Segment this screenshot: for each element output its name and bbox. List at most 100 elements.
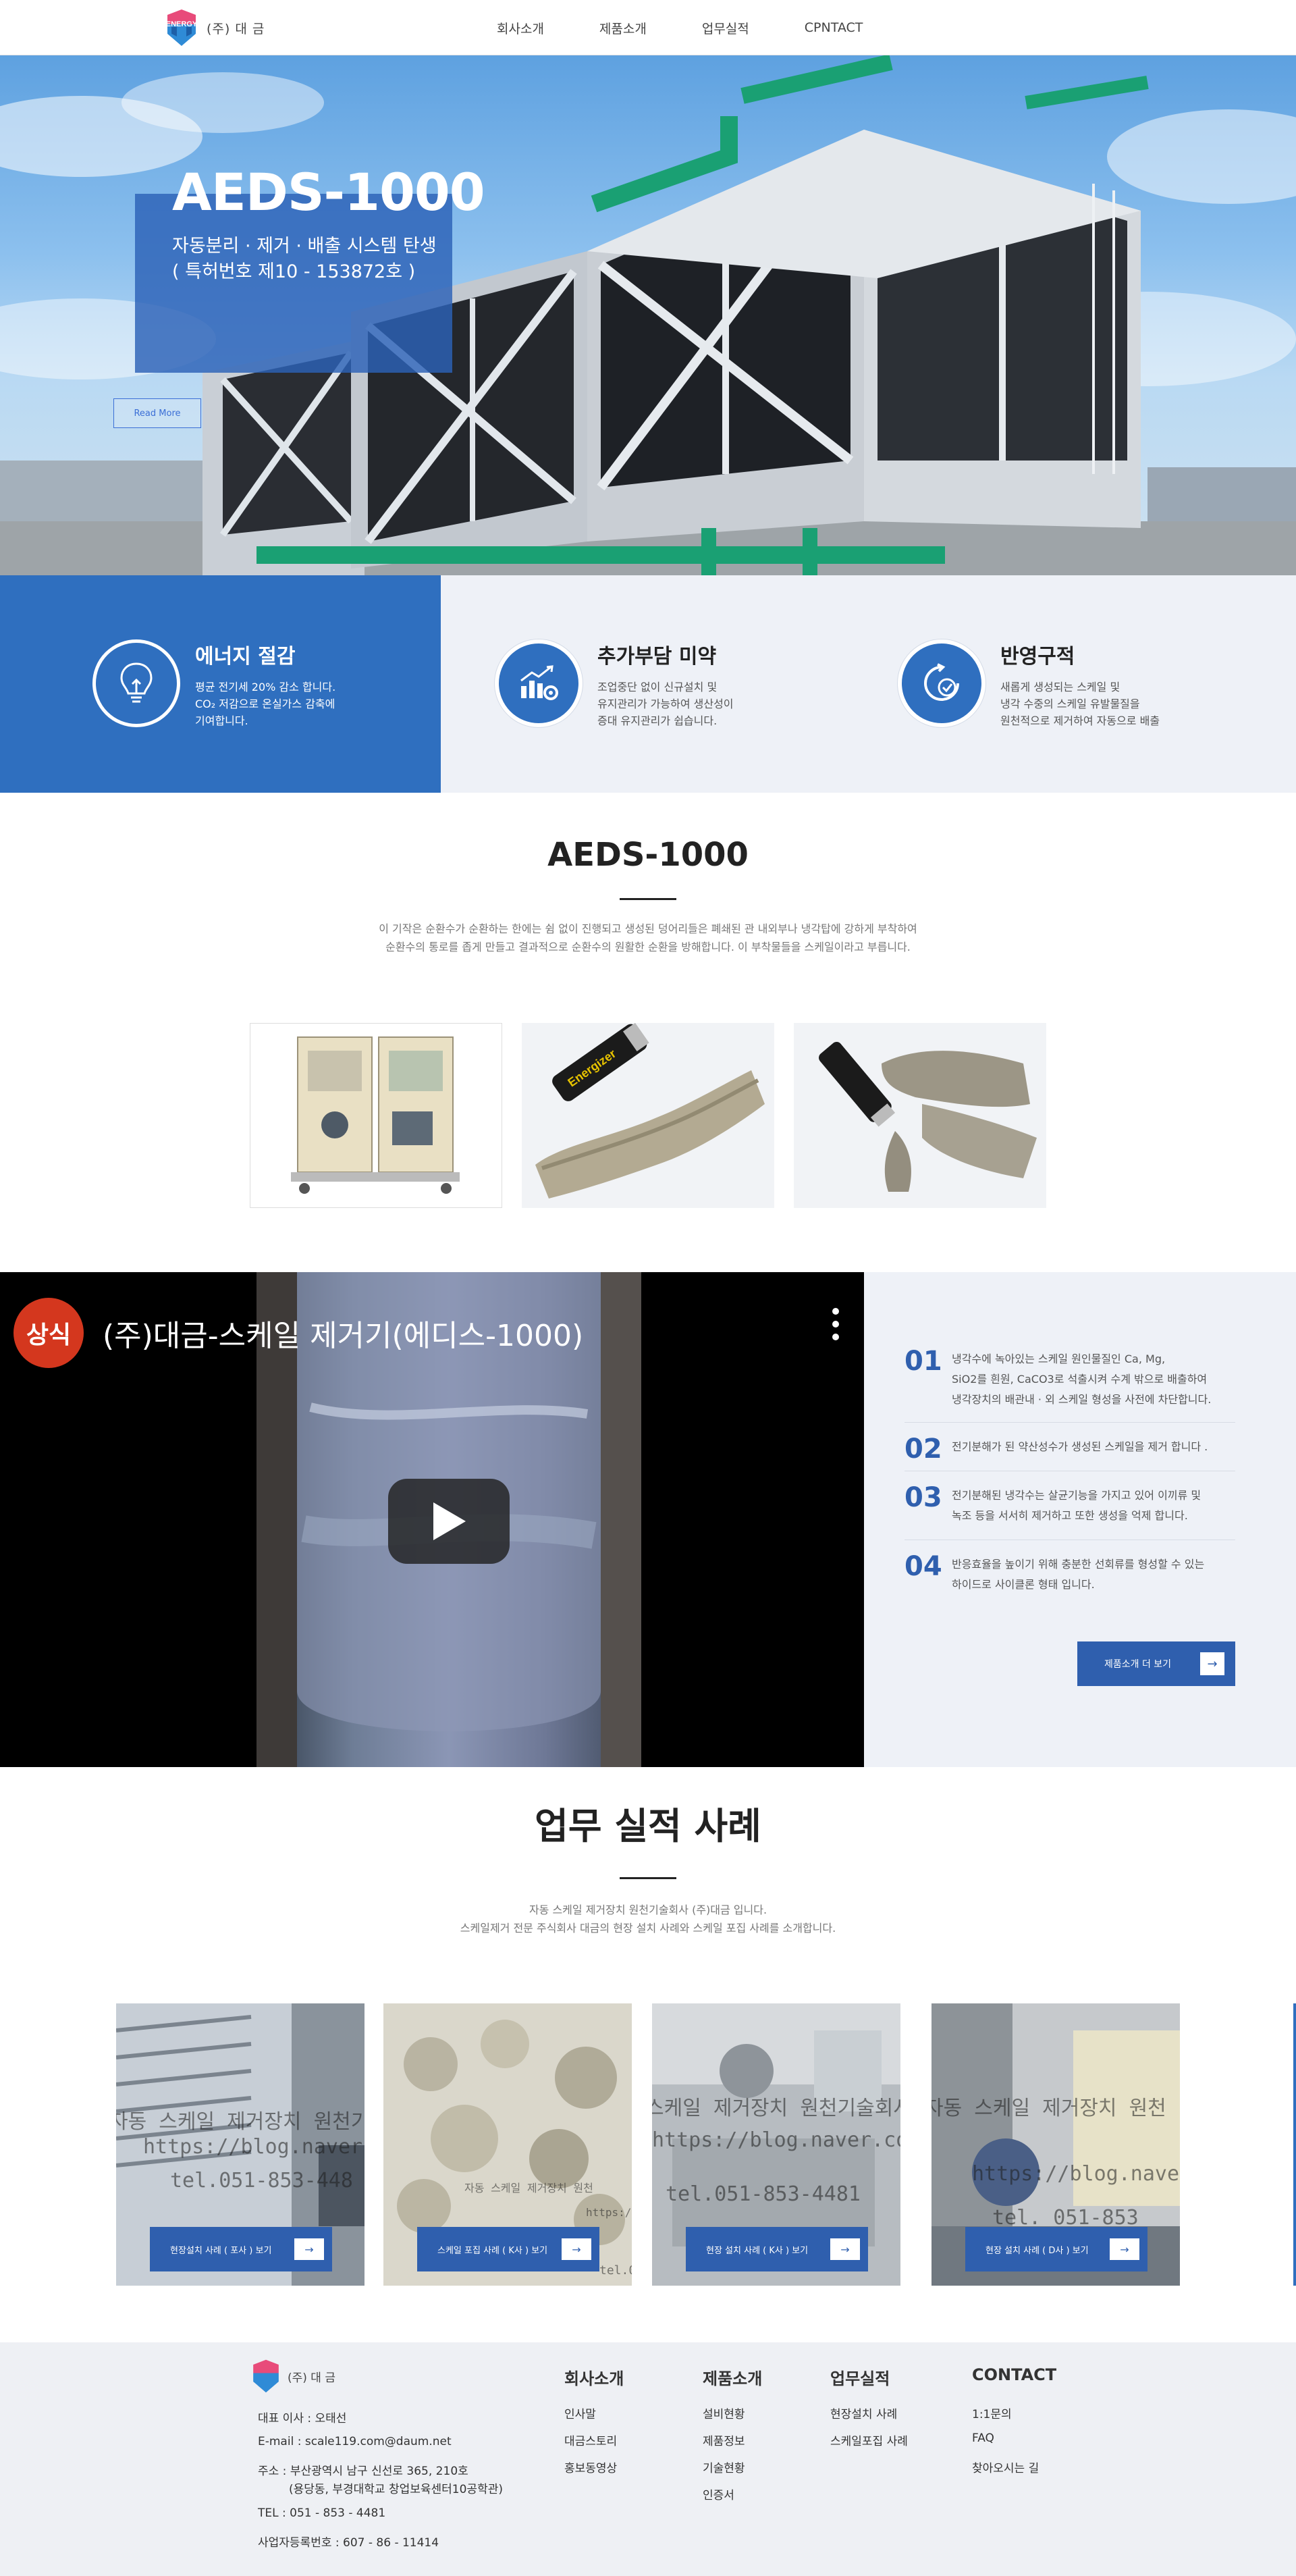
work-card[interactable]: 스케일 제거장치 원천기술회사 (주 https://blog.naver.co… (652, 2003, 900, 2286)
footer-logo-text: (주) 대 금 (288, 2371, 335, 2385)
nav-works[interactable]: 업무실적 (702, 19, 749, 37)
case-view-button[interactable]: 현장 설치 사례 ( D사 ) 보기 → (965, 2227, 1148, 2271)
watermark-text: 자동 스케일 제거장치 원천 (932, 2097, 1166, 2120)
feature-line: 증대 유지관리가 쉽습니다. (597, 714, 718, 727)
feature-line: 원천적으로 제거하여 자동으로 배출 (1000, 714, 1160, 727)
feature-title: 에너지 절감 (195, 645, 296, 668)
footer-link[interactable]: 1:1문의 (972, 2404, 1012, 2421)
footer-logo[interactable]: (주) 대 금 (248, 2357, 335, 2395)
more-products-button[interactable]: 제품소개 더 보기 → (1077, 1641, 1235, 1686)
scale-sample-image[interactable]: Energizer (522, 1023, 774, 1208)
hero-patent-number: ( 특허번호 제10 - 153872호 ) (172, 261, 416, 282)
site-header: ENERGY (주) 대 금 회사소개 제품소개 업무실적 CPNTACT (0, 0, 1296, 55)
footer-link[interactable]: 대금스토리 (564, 2432, 617, 2448)
arrow-right-icon: → (1110, 2238, 1139, 2260)
more-products-label: 제품소개 더 보기 (1104, 1659, 1172, 1670)
watermark-text: 자동 스케일 제거장치 원천기 (116, 2110, 364, 2134)
feature-line: CO₂ 저감으로 온실가스 감축에 (195, 698, 335, 710)
footer-link[interactable]: 스케일포집 사례 (830, 2432, 908, 2448)
logo-icon: ENERGY (162, 7, 201, 49)
watermark-text: https://blog.naver.com/scale-11 (652, 2128, 900, 2152)
logo-icon (253, 2359, 279, 2393)
hero-subtitle: 자동분리 · 제거 · 배출 시스템 탄생 (172, 236, 437, 257)
footer-link[interactable]: 인사말 (564, 2404, 596, 2421)
product-description-line: 순환수의 통로를 좁게 만들고 결과적으로 순환수의 원활한 순환을 방해합니다… (385, 941, 911, 953)
step-line: 녹조 등을 서서히 제거하고 또한 생성을 억제 합니다. (952, 1509, 1188, 1522)
footer-link[interactable]: 인증서 (703, 2486, 734, 2502)
nav-products[interactable]: 제품소개 (599, 19, 647, 37)
step-line: 냉각장치의 배관내 · 외 스케일 형성을 사전에 차단합니다. (952, 1393, 1212, 1406)
step-01: 01 냉각수에 녹아있는 스케일 원인물질인 Ca, Mg, SiO2를 흰원,… (905, 1346, 1235, 1410)
watermark-text: tel. 051-853 (992, 2206, 1139, 2230)
watermark-text: tel.051-853-4 (599, 2263, 632, 2278)
footer-ceo: 대표 이사 : 오태선 (258, 2412, 347, 2425)
feature-line: 기여합니다. (195, 714, 248, 727)
channel-avatar[interactable]: 상식 (14, 1298, 84, 1368)
step-description: 전기분해가 된 약산성수가 생성된 스케일을 제거 합니다 . (952, 1434, 1208, 1464)
nav-contact[interactable]: CPNTACT (805, 20, 863, 35)
step-description: 냉각수에 녹아있는 스케일 원인물질인 Ca, Mg, SiO2를 흰원, Ca… (952, 1346, 1211, 1410)
feature-permanent: 반영구적 새롭게 생성되는 스케일 및 냉각 수중의 스케일 유발물질을 원천적… (898, 639, 1160, 729)
feature-title: 반영구적 (1000, 645, 1075, 668)
works-title: 업무 실적 사례 (535, 1805, 761, 1847)
watermark-text: tel.051-853-448 (170, 2169, 353, 2192)
feature-description: 조업중단 없이 신규설치 및 유지관리가 가능하여 생산성이 증대 유지관리가 … (597, 679, 734, 729)
footer-link[interactable]: 홍보동영상 (564, 2459, 617, 2475)
feature-title: 추가부담 미약 (597, 645, 717, 668)
main-nav: 회사소개 제품소개 업무실적 CPNTACT (497, 0, 918, 55)
work-card[interactable]: 자동 스케일 제거장치 원천 https://blog.naver.co tel… (932, 2003, 1180, 2286)
work-card[interactable]: 자동 스케일 제거장치 원천기 https://blog.naver.com/s… (116, 2003, 364, 2286)
arrow-right-icon: → (830, 2238, 860, 2260)
read-more-button[interactable]: Read More (113, 398, 201, 428)
play-button[interactable] (388, 1479, 510, 1564)
feature-energy-saving: 에너지 절감 평균 전기세 20% 감소 합니다. CO₂ 저감으로 온실가스 … (92, 639, 335, 729)
feature-line: 평균 전기세 20% 감소 합니다. (195, 681, 336, 693)
footer-link[interactable]: FAQ (972, 2432, 994, 2445)
step-line: 냉각수에 녹아있는 스케일 원인물질인 Ca, Mg, (952, 1352, 1166, 1365)
arrow-right-icon: → (294, 2238, 324, 2260)
footer-address-detail: (용당동, 부경대학교 창업보육센터10공학관) (289, 2483, 503, 2496)
case-button-label: 스케일 포집 사례 ( K사 ) 보기 (437, 2245, 548, 2256)
footer-link[interactable]: 기술현황 (703, 2459, 745, 2475)
feature-line: 유지관리가 가능하여 생산성이 (597, 698, 734, 710)
footer-link[interactable]: 현장설치 사례 (830, 2404, 897, 2421)
nav-company[interactable]: 회사소개 (497, 19, 544, 37)
feature-line: 조업중단 없이 신규설치 및 (597, 681, 718, 693)
footer-business-number: 사업자등록번호 : 607 - 86 - 11414 (258, 2536, 439, 2550)
video-title[interactable]: (주)대금-스케일 제거기(에디스-1000) (103, 1311, 583, 1355)
site-footer: (주) 대 금 대표 이사 : 오태선 E-mail : scale119.co… (0, 2342, 1296, 2576)
footer-link[interactable]: 찾아오시는 길 (972, 2459, 1039, 2475)
arrow-right-icon: → (562, 2238, 591, 2260)
feature-line: 새롭게 생성되는 스케일 및 (1000, 681, 1120, 693)
works-description-line: 스케일제거 전문 주식회사 대금의 현장 설치 사례와 스케일 포집 사례를 소… (460, 1922, 836, 1935)
logo-text: (주) 대 금 (207, 21, 265, 36)
watermark-text: 자동 스케일 제거장치 원천 (464, 2182, 593, 2194)
more-options-icon[interactable] (832, 1307, 840, 1341)
watermark-text: 스케일 제거장치 원천기술회사 (주 (652, 2097, 900, 2120)
product-description-line: 이 기작은 순환수가 순환하는 한에는 쉼 없이 진행되고 생성된 덩어리들은 … (379, 922, 917, 935)
features-section: 에너지 절감 평균 전기세 20% 감소 합니다. CO₂ 저감으로 온실가스 … (0, 575, 1296, 793)
feature-line: 냉각 수중의 스케일 유발물질을 (1000, 698, 1140, 710)
logo[interactable]: ENERGY (주) 대 금 (162, 7, 265, 49)
step-number: 03 (905, 1482, 942, 1513)
step-03: 03 전기분해된 냉각수는 살균기능을 가지고 있어 이끼류 및 녹조 등을 서… (905, 1483, 1235, 1526)
case-view-button[interactable]: 스케일 포집 사례 ( K사 ) 보기 → (417, 2227, 599, 2271)
case-button-label: 현장 설치 사례 ( D사 ) 보기 (986, 2245, 1089, 2256)
step-number: 02 (905, 1434, 942, 1465)
lightbulb-icon (92, 639, 180, 727)
footer-link[interactable]: 제품정보 (703, 2432, 745, 2448)
title-divider (620, 898, 676, 900)
work-card[interactable]: 자동 스케일 제거장치 원천 https://blog.naver.com/sc… (383, 2003, 632, 2286)
footer-tel: TEL : 051 - 853 - 4481 (258, 2506, 386, 2520)
case-view-button[interactable]: 현장 설치 사례 ( K사 ) 보기 → (686, 2227, 868, 2271)
aeds-machine-image[interactable] (250, 1023, 502, 1208)
scale-pieces-image[interactable] (794, 1023, 1046, 1208)
hero-banner (0, 55, 1296, 575)
footer-address: 주소 : 부산광역시 남구 신선로 365, 210호 (258, 2465, 468, 2478)
footer-link[interactable]: 설비현황 (703, 2404, 745, 2421)
step-description: 반응효율을 높이기 위해 충분한 선회류를 형성할 수 있는 하이드로 사이클론… (952, 1552, 1204, 1595)
case-view-button[interactable]: 현장설치 사례 ( 포사 ) 보기 → (150, 2227, 332, 2271)
feature-description: 새롭게 생성되는 스케일 및 냉각 수중의 스케일 유발물질을 원천적으로 제거… (1000, 679, 1160, 729)
step-04: 04 반응효율을 높이기 위해 충분한 선회류를 형성할 수 있는 하이드로 사… (905, 1552, 1235, 1595)
case-button-label: 현장 설치 사례 ( K사 ) 보기 (706, 2245, 809, 2256)
